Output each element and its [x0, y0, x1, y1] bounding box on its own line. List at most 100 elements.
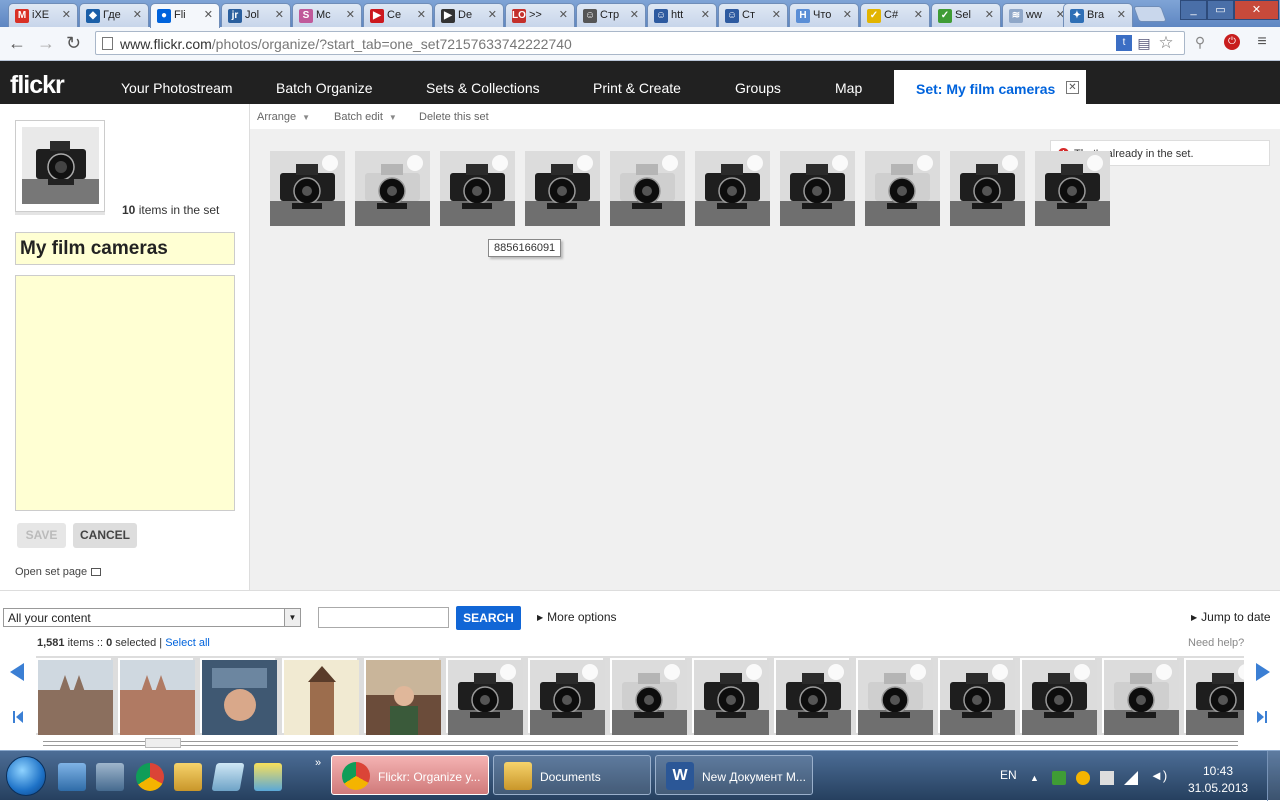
browser-tab[interactable]: jr Jol ✕ — [221, 3, 291, 27]
scroll-right-arrow-icon[interactable] — [1256, 663, 1270, 681]
cancel-button[interactable]: CANCEL — [73, 523, 137, 548]
page-action-icon[interactable]: ▤ — [1136, 35, 1152, 51]
close-tab-icon[interactable]: ✕ — [701, 8, 710, 21]
browser-tab[interactable]: S Mc ✕ — [292, 3, 362, 27]
close-tab-icon[interactable]: ✕ — [346, 8, 355, 21]
start-button[interactable] — [6, 756, 46, 796]
browser-tab[interactable]: ▶ Ce ✕ — [363, 3, 433, 27]
save-button[interactable]: SAVE — [17, 523, 66, 548]
browser-tab[interactable]: ✦ Bra ✕ — [1063, 3, 1133, 27]
close-tab-icon[interactable]: ✕ — [985, 8, 994, 21]
adblock-icon[interactable]: ⏻ — [1224, 34, 1240, 50]
photostream-thumbnail[interactable] — [118, 658, 195, 735]
set-title-field[interactable]: My film cameras — [15, 232, 235, 265]
browser-tab[interactable]: ☺ Стр ✕ — [576, 3, 646, 27]
nav-your-photostream[interactable]: Your Photostream — [121, 80, 233, 96]
browser-tab[interactable]: ☺ Ст ✕ — [718, 3, 788, 27]
photostream-thumbnail[interactable] — [856, 658, 933, 735]
photostream-thumbnail[interactable] — [446, 658, 523, 735]
close-tab-icon[interactable]: ✕ — [1117, 8, 1126, 21]
photostream-thumbnail[interactable] — [610, 658, 687, 735]
close-tab-icon[interactable]: ✕ — [559, 8, 568, 21]
close-tab-icon[interactable]: ✕ — [630, 8, 639, 21]
browser-tab[interactable]: ◆ Где ✕ — [79, 3, 149, 27]
jump-start-icon[interactable] — [13, 711, 23, 723]
scrollbar-handle[interactable] — [145, 738, 181, 748]
set-photo-thumbnail[interactable] — [440, 151, 515, 226]
back-arrow-icon[interactable]: ← — [8, 33, 26, 54]
show-desktop-icon[interactable] — [58, 763, 86, 791]
photostream-thumbnail[interactable] — [1184, 658, 1244, 735]
scroll-left-arrow-icon[interactable] — [10, 663, 24, 681]
browser-tab[interactable]: MiXE ✕ — [8, 3, 78, 27]
forward-arrow-icon[interactable]: → — [37, 33, 55, 54]
need-help-link[interactable]: Need help? — [1188, 637, 1244, 649]
photostream-thumbnail[interactable] — [200, 658, 277, 735]
nav-map[interactable]: Map — [835, 80, 862, 96]
address-bar[interactable]: www.flickr.com/photos/organize/?start_ta… — [95, 31, 1185, 55]
flickr-logo[interactable]: flickr — [10, 71, 65, 100]
photostream-thumbnail[interactable] — [692, 658, 769, 735]
select-all-link[interactable]: Select all — [165, 637, 210, 649]
tab-set-label[interactable]: Set: My film cameras — [916, 81, 1055, 97]
batch-edit-menu[interactable]: Batch edit ▼ — [334, 111, 397, 123]
overflow-chevron-icon[interactable]: » — [315, 757, 321, 769]
close-icon[interactable]: ✕ — [1066, 81, 1079, 94]
photostream-thumbnail[interactable] — [36, 658, 113, 735]
browser-tab[interactable]: ✓ C# ✕ — [860, 3, 930, 27]
minimize-button[interactable]: _ — [1180, 0, 1207, 20]
set-photos-area[interactable]: 8856166091 ! That's already in the set. — [250, 129, 1280, 590]
photostream-thumbnail[interactable] — [282, 658, 359, 735]
maximize-button[interactable]: ▭ — [1207, 0, 1234, 20]
browser-tab[interactable]: ≋ ww ✕ — [1002, 3, 1072, 27]
tab-set[interactable]: Set: My film cameras ✕ — [894, 70, 1086, 104]
photostream-strip[interactable] — [36, 656, 1244, 735]
reload-icon[interactable]: ↻ — [66, 33, 81, 54]
browser-tab[interactable]: ▶ De ✕ — [434, 3, 504, 27]
photostream-thumbnail[interactable] — [938, 658, 1015, 735]
url-text[interactable]: www.flickr.com/photos/organize/?start_ta… — [120, 36, 572, 52]
set-description-field[interactable] — [15, 275, 235, 511]
close-tab-icon[interactable]: ✕ — [133, 8, 142, 21]
arrange-menu[interactable]: Arrange ▼ — [257, 111, 310, 123]
photostream-thumbnail[interactable] — [364, 658, 441, 735]
close-tab-icon[interactable]: ✕ — [772, 8, 781, 21]
show-desktop-button[interactable] — [1267, 751, 1280, 801]
taskbar-chrome-window[interactable]: Flickr: Organize y... — [331, 755, 489, 795]
photostream-thumbnail[interactable] — [1020, 658, 1097, 735]
photostream-thumbnail[interactable] — [1102, 658, 1179, 735]
close-window-button[interactable]: ✕ — [1234, 0, 1279, 20]
set-photo-thumbnail[interactable] — [780, 151, 855, 226]
nav-print-create[interactable]: Print & Create — [593, 80, 681, 96]
search-icon[interactable]: ⚲ — [1192, 34, 1208, 50]
open-set-page-link[interactable]: Open set page — [15, 566, 102, 578]
system-clock[interactable]: 10:43 31.05.2013 — [1188, 763, 1248, 797]
translate-icon[interactable]: t — [1116, 35, 1132, 51]
browser-tab[interactable]: ☺ htt ✕ — [647, 3, 717, 27]
notes-icon[interactable] — [211, 763, 245, 791]
jump-end-icon[interactable] — [1257, 711, 1267, 723]
search-button[interactable]: SEARCH — [456, 606, 521, 630]
power-tray-icon[interactable] — [1100, 771, 1114, 785]
set-photo-thumbnail[interactable] — [525, 151, 600, 226]
set-photo-thumbnail[interactable] — [1035, 151, 1110, 226]
chevron-down-icon[interactable]: ▼ — [284, 609, 300, 626]
photostream-thumbnail[interactable] — [774, 658, 851, 735]
content-scope-select[interactable]: All your content ▼ — [3, 608, 301, 627]
photostream-thumbnail[interactable] — [528, 658, 605, 735]
update-tray-icon[interactable] — [1076, 771, 1090, 785]
jump-to-date-link[interactable]: ▶ Jump to date — [1191, 610, 1271, 624]
bookmark-star-icon[interactable]: ☆ — [1158, 34, 1174, 51]
set-photo-thumbnail[interactable] — [865, 151, 940, 226]
language-indicator[interactable]: EN — [1000, 768, 1017, 782]
volume-tray-icon[interactable]: ◄) — [1150, 768, 1167, 783]
remote-desktop-icon[interactable] — [96, 763, 124, 791]
browser-tab[interactable]: LO >> ✕ — [505, 3, 575, 27]
set-primary-photo[interactable] — [15, 120, 105, 212]
close-tab-icon[interactable]: ✕ — [204, 8, 213, 21]
set-photo-thumbnail[interactable] — [610, 151, 685, 226]
network-tray-icon[interactable] — [1124, 771, 1138, 785]
set-photo-thumbnail[interactable] — [695, 151, 770, 226]
taskbar-documents-window[interactable]: Documents — [493, 755, 651, 795]
tray-overflow-icon[interactable]: ▲ — [1030, 773, 1044, 787]
